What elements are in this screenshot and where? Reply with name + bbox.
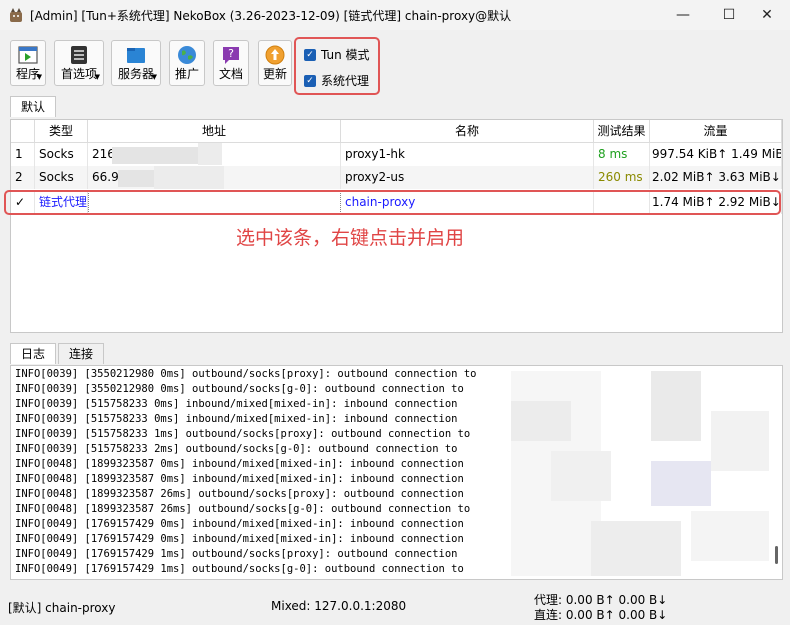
highlight-box <box>4 190 781 215</box>
chevron-down-icon: ▼ <box>94 73 100 81</box>
help-doc-icon: ? <box>223 47 239 64</box>
row-index: 1 <box>11 143 35 166</box>
log-line: INFO[0039] [515758233 1ms] outbound/sock… <box>15 428 471 440</box>
column-header-traffic[interactable]: 流量 <box>650 120 782 143</box>
row-name: proxy2-us <box>341 166 594 189</box>
row-traffic: 2.02 MiB↑ 3.63 MiB↓ <box>650 166 782 189</box>
preferences-icon <box>71 46 87 64</box>
close-button[interactable]: ✕ <box>744 0 790 30</box>
column-header-index[interactable] <box>11 120 35 143</box>
address-value: 66.9 <box>92 170 119 184</box>
server-button[interactable]: 服务器 ▼ <box>111 40 161 86</box>
chevron-down-icon: ▼ <box>151 73 157 81</box>
tab-label: 日志 <box>21 347 46 361</box>
checkmark-icon: ✓ <box>304 74 316 87</box>
system-proxy-checkbox[interactable]: ✓ 系统代理 <box>304 72 369 89</box>
row-traffic: 997.54 KiB↑ 1.49 MiB↓ <box>650 143 782 166</box>
program-icon <box>18 46 38 64</box>
redacted-address <box>112 147 198 164</box>
promote-button[interactable]: 推广 <box>169 40 205 86</box>
status-active-profile: [默认] chain-proxy <box>8 601 116 615</box>
table-row[interactable]: 2 Socks 66.9 proxy2-us 260 ms 2.02 MiB↑ … <box>11 166 782 189</box>
column-header-latency[interactable]: 测试结果 <box>594 120 650 143</box>
log-line: INFO[0039] [515758233 2ms] outbound/sock… <box>15 443 458 455</box>
svg-text:?: ? <box>228 47 234 60</box>
log-line: INFO[0048] [1899323587 26ms] outbound/so… <box>15 488 464 500</box>
server-icon <box>127 48 145 63</box>
log-line: INFO[0049] [1769157429 1ms] outbound/soc… <box>15 548 458 560</box>
system-proxy-label: 系统代理 <box>321 74 370 88</box>
status-bar: [默认] chain-proxy Mixed: 127.0.0.1:2080 代… <box>0 585 790 625</box>
checkmark-icon: ✓ <box>304 48 316 61</box>
docs-label: 文档 <box>218 67 243 81</box>
update-icon <box>265 45 285 65</box>
toolbar: 程序 ▼ 首选项 ▼ 服务器 ▼ 推广 ? 文档 更新 ✓ Tun 模式 ✓ 系… <box>0 36 790 95</box>
mode-checkbox-group: ✓ Tun 模式 ✓ 系统代理 <box>294 37 380 95</box>
log-line: INFO[0048] [1899323587 0ms] inbound/mixe… <box>15 473 464 485</box>
program-button[interactable]: 程序 ▼ <box>10 40 46 86</box>
status-mixed-port: Mixed: 127.0.0.1:2080 <box>271 599 407 613</box>
update-button[interactable]: 更新 <box>258 40 292 86</box>
tab-default-group[interactable]: 默认 <box>10 96 57 117</box>
promote-label: 推广 <box>174 67 199 81</box>
row-type: Socks <box>35 143 88 166</box>
update-label: 更新 <box>262 67 287 81</box>
log-line: INFO[0048] [1899323587 0ms] inbound/mixe… <box>15 458 464 470</box>
log-line: INFO[0048] [1899323587 26ms] outbound/so… <box>15 503 471 515</box>
title-bar: [Admin] [Tun+系统代理] NekoBox (3.26-2023-12… <box>0 0 790 30</box>
redacted-log-region <box>511 371 769 576</box>
log-line: INFO[0039] [3550212980 0ms] outbound/soc… <box>15 383 464 395</box>
status-direct-speed: 直连: 0.00 B↑ 0.00 B↓ <box>534 608 668 622</box>
log-line: INFO[0039] [515758233 0ms] inbound/mixed… <box>15 398 458 410</box>
minimize-icon: — <box>676 7 690 23</box>
globe-icon <box>178 46 196 64</box>
preferences-button[interactable]: 首选项 ▼ <box>54 40 104 86</box>
chevron-down-icon: ▼ <box>36 73 42 81</box>
row-latency: 8 ms <box>594 143 650 166</box>
column-header-address[interactable]: 地址 <box>88 120 341 143</box>
row-address: 216 <box>88 143 341 166</box>
nekobox-app-icon <box>10 8 22 22</box>
tab-log[interactable]: 日志 <box>10 343 57 364</box>
window-title: [Admin] [Tun+系统代理] NekoBox (3.26-2023-12… <box>30 9 512 23</box>
row-latency: 260 ms <box>594 166 650 189</box>
column-header-type[interactable]: 类型 <box>35 120 88 143</box>
redacted-address <box>118 170 154 187</box>
row-type: Socks <box>35 166 88 189</box>
maximize-icon: ☐ <box>722 7 736 23</box>
tab-label: 连接 <box>69 347 94 361</box>
row-address: 66.9 <box>88 166 341 189</box>
tun-mode-label: Tun 模式 <box>321 48 370 62</box>
docs-button[interactable]: ? 文档 <box>213 40 249 86</box>
log-view[interactable]: INFO[0039] [3550212980 0ms] outbound/soc… <box>10 365 783 580</box>
table-row[interactable]: 1 Socks 216 proxy1-hk 8 ms 997.54 KiB↑ 1… <box>11 143 782 166</box>
tab-connections[interactable]: 连接 <box>58 343 105 364</box>
row-index: 2 <box>11 166 35 189</box>
log-line: INFO[0049] [1769157429 0ms] inbound/mixe… <box>15 533 464 545</box>
row-name: proxy1-hk <box>341 143 594 166</box>
log-line: INFO[0049] [1769157429 1ms] outbound/soc… <box>15 563 464 575</box>
tab-label: 默认 <box>21 100 46 114</box>
log-scrollbar-thumb[interactable] <box>775 546 778 564</box>
log-line: INFO[0049] [1769157429 0ms] inbound/mixe… <box>15 518 464 530</box>
redacted-address <box>198 143 222 165</box>
minimize-button[interactable]: — <box>660 0 706 30</box>
annotation-text: 选中该条，右键点击并启用 <box>236 227 465 249</box>
tun-mode-checkbox[interactable]: ✓ Tun 模式 <box>304 46 370 63</box>
log-line: INFO[0039] [3550212980 0ms] outbound/soc… <box>15 368 477 380</box>
close-icon: ✕ <box>761 7 773 23</box>
log-line: INFO[0039] [515758233 0ms] inbound/mixed… <box>15 413 458 425</box>
redacted-address <box>154 166 224 189</box>
column-header-name[interactable]: 名称 <box>341 120 594 143</box>
